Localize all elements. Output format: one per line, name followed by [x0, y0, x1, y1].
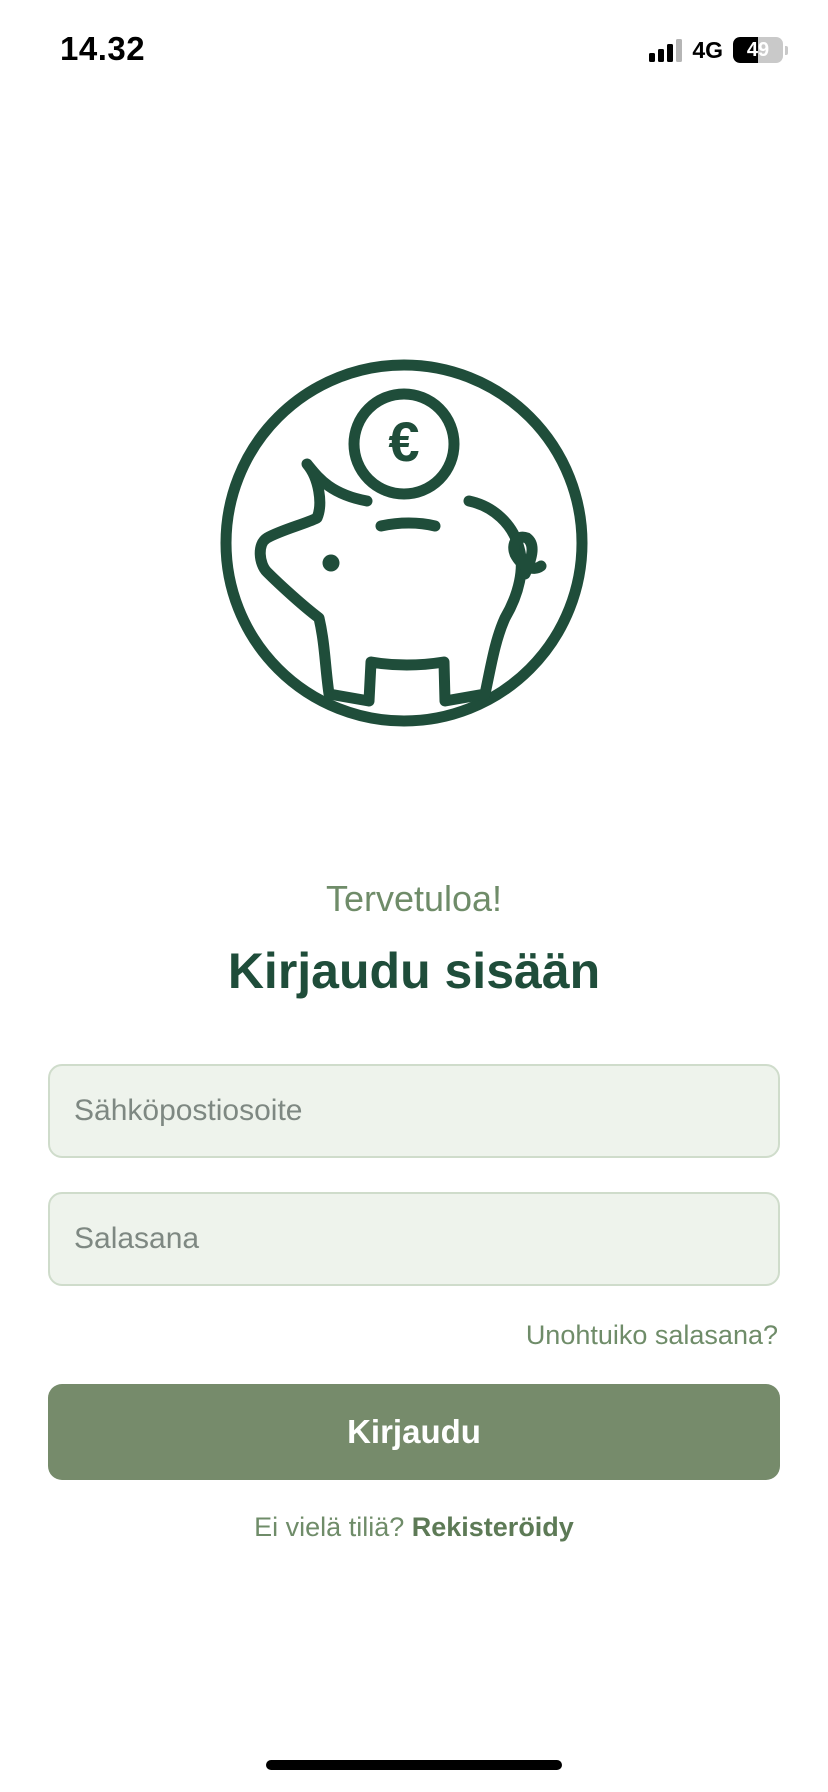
forgot-password-link[interactable]: Unohtuiko salasana? — [526, 1320, 778, 1351]
login-button[interactable]: Kirjaudu — [48, 1384, 780, 1480]
battery-tip — [785, 45, 788, 55]
euro-symbol: € — [388, 410, 419, 473]
home-indicator[interactable] — [266, 1760, 562, 1770]
piggy-bank-euro-icon: € — [220, 359, 588, 727]
password-field[interactable] — [48, 1192, 780, 1286]
signal-strength-icon — [649, 38, 683, 62]
welcome-text: Tervetuloa! — [325, 878, 503, 919]
register-row: Ei vielä tiliä? Rekisteröidy — [0, 1512, 828, 1543]
status-bar: 14.32 4G 49 — [0, 0, 828, 100]
battery-icon: 49 — [733, 37, 783, 63]
register-prompt: Ei vielä tiliä? — [254, 1512, 405, 1542]
page-title: Kirjaudu sisään — [227, 943, 601, 999]
status-indicators: 4G 49 — [649, 36, 788, 64]
status-time: 14.32 — [60, 30, 146, 67]
register-link[interactable]: Rekisteröidy — [412, 1512, 574, 1542]
network-type: 4G — [692, 36, 723, 63]
email-field[interactable] — [48, 1064, 780, 1158]
battery-level: 49 — [746, 38, 770, 61]
piggy-bank-logo: € — [219, 358, 589, 728]
